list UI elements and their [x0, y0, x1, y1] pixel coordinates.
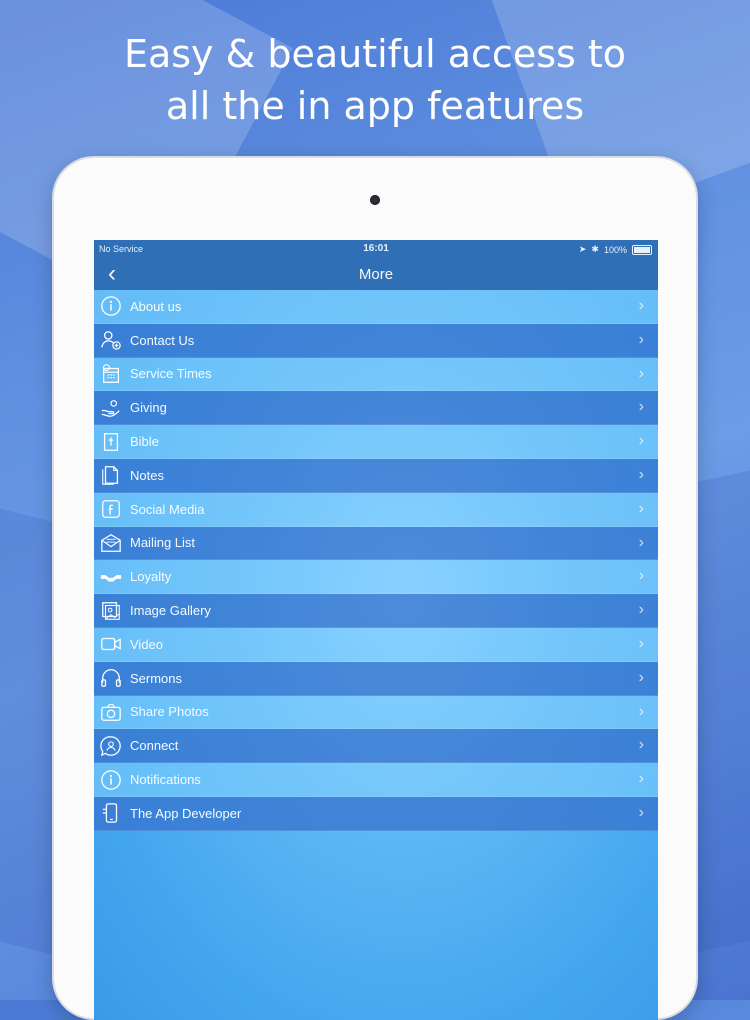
battery-icon: [632, 244, 652, 255]
contact-add-icon: [100, 329, 122, 351]
chevron-right-icon: ›: [638, 634, 644, 652]
status-bar: No Service 16:01 ➤ ✱ 100%: [94, 240, 658, 260]
menu-item-image-gallery[interactable]: Image Gallery ›: [94, 594, 658, 628]
menu-item-giving[interactable]: Giving ›: [94, 391, 658, 426]
connect-chat-icon: [100, 735, 122, 757]
facebook-icon: [100, 498, 122, 520]
location-icon: ➤: [578, 244, 587, 254]
menu-item-label: Loyalty: [130, 569, 172, 585]
camera-icon: [100, 701, 122, 723]
notes-icon: [100, 464, 122, 486]
menu-item-label: Video: [130, 636, 164, 652]
chevron-right-icon: ›: [638, 364, 644, 382]
phone-developer-icon: [100, 802, 122, 824]
chevron-right-icon: ›: [638, 803, 644, 821]
bible-icon: [100, 431, 122, 453]
bluetooth-icon: ✱: [591, 244, 599, 254]
chevron-right-icon: ›: [638, 736, 644, 754]
menu-item-label: Giving: [130, 400, 167, 416]
menu-item-about-us[interactable]: About us ›: [94, 290, 658, 324]
envelope-icon: [100, 532, 122, 554]
status-time: 16:01: [363, 243, 389, 254]
nav-bar: ‹ More: [94, 260, 658, 290]
menu-item-share-photos[interactable]: Share Photos ›: [94, 695, 658, 730]
chevron-right-icon: ›: [638, 601, 644, 619]
chevron-right-icon: ›: [638, 398, 644, 416]
menu-item-label: Notes: [130, 467, 164, 483]
chevron-right-icon: ›: [638, 499, 644, 517]
menu-item-label: Contact Us: [130, 332, 195, 348]
menu-item-loyalty[interactable]: Loyalty ›: [94, 560, 658, 595]
menu-item-social-media[interactable]: Social Media ›: [94, 492, 658, 527]
menu-item-label: Sermons: [130, 670, 183, 686]
ipad-frame: No Service 16:01 ➤ ✱ 100% ‹ More About u…: [54, 158, 696, 1020]
menu-item-label: Service Times: [130, 366, 212, 382]
chevron-right-icon: ›: [638, 668, 644, 686]
menu-item-sermons[interactable]: Sermons ›: [94, 661, 658, 696]
menu-item-notes[interactable]: Notes ›: [94, 458, 658, 493]
headline-line-1: Easy & beautiful access to: [123, 32, 627, 76]
chevron-right-icon: ›: [638, 432, 644, 450]
menu-item-label: The App Developer: [130, 805, 242, 821]
headline-line-2: all the in app features: [165, 84, 585, 128]
menu-item-label: Connect: [130, 738, 179, 754]
menu-item-mailing-list[interactable]: Mailing List ›: [94, 526, 658, 561]
menu-item-notifications[interactable]: Notifications ›: [94, 763, 658, 797]
headphones-icon: [100, 667, 122, 689]
image-gallery-icon: [100, 600, 122, 622]
menu-item-bible[interactable]: Bible ›: [94, 425, 658, 459]
menu-item-label: Notifications: [130, 772, 201, 788]
chevron-right-icon: ›: [638, 770, 644, 788]
menu-item-app-developer[interactable]: The App Developer ›: [94, 796, 658, 831]
menu-item-label: Mailing List: [130, 535, 196, 551]
battery-percent: 100%: [603, 244, 627, 255]
chevron-right-icon: ›: [638, 533, 644, 551]
chevron-right-icon: ›: [638, 702, 644, 720]
menu-item-connect[interactable]: Connect ›: [94, 729, 658, 764]
page-title: More: [358, 266, 394, 283]
menu-item-label: About us: [130, 298, 182, 314]
menu-item-label: Bible: [130, 434, 159, 450]
handshake-icon: [100, 566, 122, 588]
app-screen: No Service 16:01 ➤ ✱ 100% ‹ More About u…: [94, 240, 658, 1020]
calendar-clock-icon: [100, 363, 122, 385]
status-right: ➤ ✱ 100%: [579, 244, 652, 255]
notification-info-icon: [100, 769, 122, 791]
camera-icon: [370, 195, 380, 205]
menu-item-label: Image Gallery: [130, 603, 211, 619]
menu-item-label: Social Media: [130, 501, 205, 517]
chevron-right-icon: ›: [638, 297, 644, 314]
menu-item-contact-us[interactable]: Contact Us ›: [94, 323, 658, 358]
menu-list: About us › Contact Us › Service Times ›: [94, 290, 658, 831]
menu-item-video[interactable]: Video ›: [94, 627, 658, 662]
giving-hand-icon: [100, 397, 122, 419]
chevron-right-icon: ›: [638, 330, 644, 348]
chevron-right-icon: ›: [638, 465, 644, 483]
info-icon: [100, 295, 122, 317]
headline: Easy & beautiful access to all the in ap…: [0, 28, 750, 132]
video-camera-icon: [100, 633, 122, 655]
menu-item-service-times[interactable]: Service Times ›: [94, 357, 658, 392]
menu-item-label: Share Photos: [130, 704, 209, 720]
chevron-right-icon: ›: [638, 567, 644, 585]
